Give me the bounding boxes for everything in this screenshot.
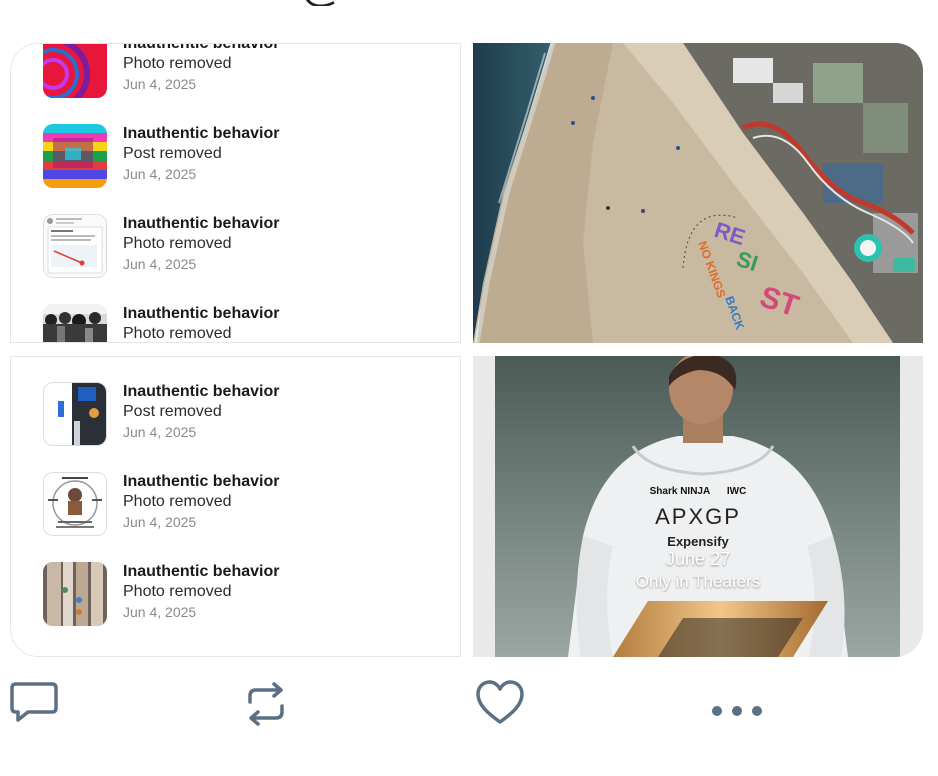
item-status: Photo removed — [123, 325, 232, 342]
item-date: Jun 4, 2025 — [123, 514, 197, 530]
item-title: Inauthentic behavior — [123, 215, 280, 232]
reply-bubble-icon — [10, 682, 58, 722]
item-date: Jun 4, 2025 — [123, 166, 197, 182]
item-date: Jun 4, 2025 — [123, 76, 197, 92]
item-title: Inauthentic behavior — [123, 473, 280, 490]
beach-aerial-photo[interactable]: RE SI ST NO KINGS BACK — [473, 43, 923, 343]
more-dots-icon — [712, 706, 762, 716]
item-status: Photo removed — [123, 583, 232, 600]
suit-sponsor-labels: Shark NINJA IWC — [649, 486, 747, 497]
post-action-bar — [0, 680, 938, 750]
item-status: Photo removed — [123, 55, 232, 72]
theaters-tagline: Only in Theaters — [635, 572, 761, 591]
item-date: Jun 4, 2025 — [123, 256, 197, 272]
movie-poster-image[interactable]: Shark NINJA IWC APXGP Expensify June 27 … — [473, 356, 923, 657]
reply-button[interactable] — [10, 680, 58, 724]
item-status: Post removed — [123, 145, 222, 162]
rainbow-glitch-image-icon — [43, 124, 107, 188]
abstract-red-image-icon — [43, 44, 107, 98]
sponsor-text: Expensify — [667, 534, 729, 549]
repost-button[interactable] — [242, 680, 290, 728]
item-date: Jun 4, 2025 — [123, 604, 197, 620]
more-options-button[interactable] — [710, 704, 764, 718]
crowd-photo-icon — [43, 304, 107, 342]
item-title: Inauthentic behavior — [123, 305, 280, 322]
like-button[interactable] — [476, 680, 524, 726]
item-title: Inauthentic behavior — [123, 563, 280, 580]
repost-arrows-icon — [248, 682, 284, 726]
item-title: Inauthentic behavior — [123, 383, 280, 400]
item-status: Post removed — [123, 403, 222, 420]
item-date: Jun 4, 2025 — [123, 424, 197, 440]
item-title: Inauthentic behavior — [123, 125, 280, 142]
heart-icon — [476, 680, 524, 724]
meme-circle-icon — [43, 472, 107, 536]
item-status: Photo removed — [123, 493, 232, 510]
bottles-photo-icon — [43, 562, 107, 626]
removal-list-card-2[interactable]: Inauthentic behavior Post removed Jun 4,… — [10, 356, 461, 657]
blue-object-photo-icon — [43, 382, 107, 446]
release-date-text: June 27 — [665, 549, 731, 569]
item-status: Photo removed — [123, 235, 232, 252]
removal-list-card-1[interactable]: Inauthentic behavior Photo removed Jun 4… — [10, 43, 461, 343]
partial-handle-text: @ — [300, 0, 700, 6]
screenshot-thumbnail-icon — [43, 214, 107, 278]
media-grid: Inauthentic behavior Photo removed Jun 4… — [10, 43, 923, 657]
apxgp-logo-text: APXGP — [655, 504, 741, 529]
item-title: Inauthentic behavior — [123, 43, 280, 52]
